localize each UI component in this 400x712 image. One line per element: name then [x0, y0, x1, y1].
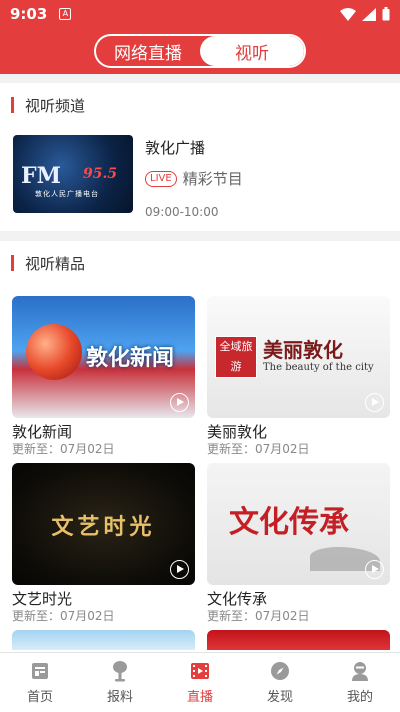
section-accent-bar [11, 255, 14, 271]
section-header: 视听精品 [0, 241, 400, 285]
card-thumbnail: 文化传承 [207, 463, 390, 585]
tab-label: 报料 [106, 690, 133, 705]
wifi-icon [340, 7, 356, 21]
section-title: 视听频道 [25, 96, 86, 115]
status-bar: 9:03 A [0, 0, 400, 28]
card-thumbnail [12, 630, 195, 650]
tab-audio-video[interactable]: 视听 [200, 36, 304, 66]
card-thumbnail: 全域旅游 美丽敦化 The beauty of the city [207, 296, 390, 418]
card-title: 美丽敦化 [207, 423, 268, 441]
featured-card[interactable]: 敦化新闻 敦化新闻 更新至：07月02日 [12, 296, 195, 457]
tab-report[interactable]: 报料 [80, 653, 160, 712]
card-update-date: 更新至：07月02日 [12, 442, 115, 456]
featured-grid: 敦化新闻 敦化新闻 更新至：07月02日 全域旅游 美丽敦化 The beaut… [0, 296, 400, 652]
play-icon[interactable] [170, 560, 189, 579]
app-notification-icon: A [59, 8, 72, 20]
tab-live[interactable]: 直播 [160, 653, 240, 712]
featured-section: 视听精品 敦化新闻 敦化新闻 更新至：07月02日 全域旅游 美丽敦化 The … [0, 241, 400, 652]
card-thumbnail: 敦化新闻 [12, 296, 195, 418]
card-title: 文化传承 [207, 590, 268, 608]
microphone-icon [109, 660, 131, 682]
home-icon [29, 660, 51, 682]
tab-home[interactable]: 首页 [0, 653, 80, 712]
segmented-control: 网络直播 视听 [94, 34, 306, 68]
tab-label: 直播 [186, 690, 213, 705]
tab-discover[interactable]: 发现 [240, 653, 320, 712]
tab-profile[interactable]: 我的 [320, 653, 400, 712]
section-header: 视听频道 [0, 83, 400, 127]
featured-card[interactable]: 文艺时光 文艺时光 更新至：07月02日 [12, 463, 195, 624]
play-icon[interactable] [365, 560, 384, 579]
program-time: 09:00-10:00 [145, 205, 219, 219]
globe-graphic [26, 324, 82, 380]
header-bar: 网络直播 视听 [0, 28, 400, 74]
tab-network-live[interactable]: 网络直播 [96, 36, 200, 66]
radio-name: 敦化广播 [145, 139, 206, 157]
radio-program-row: LIVE 精彩节目 [145, 168, 243, 189]
thumb-title-text: 文化传承 [229, 505, 349, 540]
tab-label: 我的 [346, 690, 373, 705]
card-update-date: 更新至：07月02日 [12, 609, 115, 623]
thumb-title-text: 敦化新闻 [86, 346, 175, 371]
section-accent-bar [11, 97, 14, 113]
featured-card[interactable]: 全域旅游 美丽敦化 The beauty of the city 美丽敦化 更新… [207, 296, 390, 457]
thumb-fm-text: FM [21, 163, 61, 189]
card-thumbnail [207, 630, 390, 650]
compass-icon [269, 660, 291, 682]
card-thumbnail: 文艺时光 [12, 463, 195, 585]
card-update-date: 更新至：07月02日 [207, 442, 310, 456]
card-title: 敦化新闻 [12, 423, 73, 441]
profile-icon [349, 660, 371, 682]
radio-info: 敦化广播 LIVE 精彩节目 09:00-10:00 [145, 135, 243, 219]
featured-card-partial[interactable] [12, 630, 195, 650]
program-name: 精彩节目 [182, 170, 243, 188]
bottom-tab-bar: 首页 报料 直播 发现 我的 [0, 652, 400, 712]
tab-label: 发现 [266, 690, 293, 705]
featured-card[interactable]: 文化传承 文化传承 更新至：07月02日 [207, 463, 390, 624]
card-update-date: 更新至：07月02日 [207, 609, 310, 623]
thumb-badge-text: 全域旅游 [215, 336, 257, 378]
status-time: 9:03 [10, 5, 48, 23]
play-icon[interactable] [170, 393, 189, 412]
section-title: 视听精品 [25, 254, 86, 273]
channels-section: 视听频道 FM 95.5 敦化人民广播电台 敦化广播 LIVE 精彩节目 09:… [0, 83, 400, 231]
thumb-station-text: 敦化人民广播电台 [35, 190, 99, 198]
thumb-title-text: 文艺时光 [51, 514, 156, 540]
thumb-english-text: The beauty of the city [263, 362, 374, 373]
live-badge: LIVE [145, 170, 177, 187]
thumb-frequency-text: 95.5 [83, 166, 118, 182]
featured-card-partial[interactable] [207, 630, 390, 650]
film-icon [189, 660, 211, 682]
thumb-title-text: 美丽敦化 [263, 338, 343, 362]
tab-label: 首页 [26, 690, 53, 705]
signal-icon [362, 7, 376, 21]
radio-thumbnail: FM 95.5 敦化人民广播电台 [13, 135, 133, 213]
radio-channel-item[interactable]: FM 95.5 敦化人民广播电台 敦化广播 LIVE 精彩节目 09:00-10… [0, 127, 400, 219]
play-icon[interactable] [365, 393, 384, 412]
card-title: 文艺时光 [12, 590, 73, 608]
battery-icon [382, 7, 390, 21]
